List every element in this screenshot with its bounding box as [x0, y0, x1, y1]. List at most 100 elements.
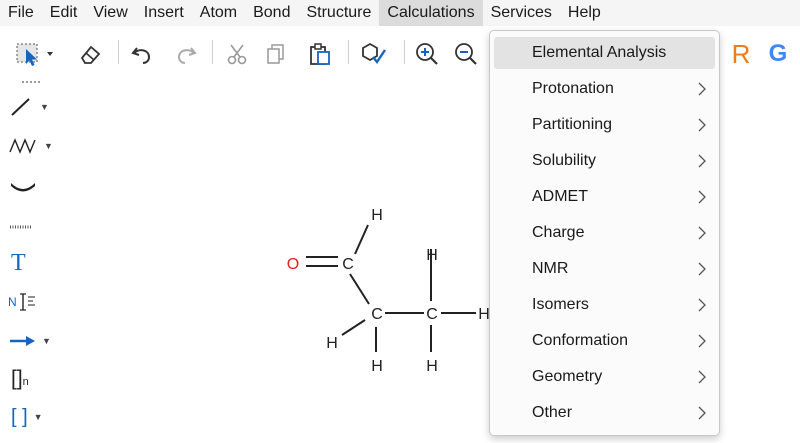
menu-item-partitioning[interactable]: Partitioning: [494, 109, 715, 141]
toolbar-grip: [22, 81, 40, 83]
oxygen-atom: O: [287, 256, 299, 273]
carbonyl-carbon-atom: C: [342, 256, 354, 273]
chevron-right-icon: [698, 406, 706, 420]
toolbar-separator: [348, 40, 349, 64]
eraser-icon: [80, 45, 101, 64]
bracket-icon: [ ]: [11, 405, 28, 428]
toolbar-separator: [118, 40, 119, 64]
sgroup-bracket-label: []: [11, 367, 23, 390]
chevron-down-icon: ▼: [33, 412, 43, 422]
menu-item-charge[interactable]: Charge: [494, 217, 715, 249]
text-tool-button[interactable]: T: [8, 248, 56, 278]
menu-item-solubility[interactable]: Solubility: [494, 145, 715, 177]
menu-item-label: Charge: [532, 224, 585, 241]
select-rectangle-icon: [16, 43, 53, 66]
chevron-down-icon: ▼: [44, 141, 53, 151]
alpha-carbon-atom: C: [371, 306, 383, 323]
menu-item-admet[interactable]: ADMET: [494, 181, 715, 213]
menu-item-isomers[interactable]: Isomers: [494, 289, 715, 321]
sgroup-tool-button[interactable]: []n: [8, 364, 56, 394]
chevron-right-icon: [698, 226, 706, 240]
menu-edit[interactable]: Edit: [42, 0, 86, 26]
toolbar-separator: [212, 40, 213, 64]
cut-button[interactable]: [222, 40, 252, 68]
menu-structure[interactable]: Structure: [298, 0, 379, 26]
alpha-left-hydrogen-atom: H: [326, 335, 338, 352]
menu-file[interactable]: File: [0, 0, 42, 26]
google-search-button[interactable]: G: [764, 40, 792, 68]
menu-atom[interactable]: Atom: [192, 0, 245, 26]
ring-icon: [11, 183, 35, 192]
undo-button[interactable]: [128, 40, 156, 68]
menu-insert[interactable]: Insert: [136, 0, 192, 26]
menu-bond[interactable]: Bond: [245, 0, 298, 26]
select-tool-button[interactable]: [14, 40, 58, 68]
cut-icon: [227, 44, 247, 65]
chevron-right-icon: [698, 118, 706, 132]
ring-tool-button[interactable]: [8, 171, 56, 201]
menu-help[interactable]: Help: [560, 0, 609, 26]
text-icon: T: [11, 249, 26, 276]
menu-item-label: Isomers: [532, 296, 589, 313]
menu-services[interactable]: Services: [483, 0, 560, 26]
chevron-down-icon: ▼: [42, 336, 51, 346]
chevron-right-icon: [698, 370, 706, 384]
chevron-right-icon: [698, 334, 706, 348]
r-service-button[interactable]: R: [728, 38, 754, 69]
dotted-line-tool-button[interactable]: [8, 212, 56, 242]
reaction-arrow-icon: [10, 336, 35, 346]
name-tool-letter: N: [8, 295, 17, 309]
alpha-bottom-hydrogen-atom: H: [371, 358, 383, 375]
toolbar-separator: [404, 40, 405, 64]
name-to-structure-button[interactable]: N: [8, 287, 56, 317]
zoom-in-button[interactable]: [413, 40, 441, 68]
beta-top-hydrogen-atom: H: [426, 247, 438, 264]
paste-button[interactable]: [306, 40, 334, 68]
copy-button[interactable]: [262, 40, 290, 68]
clean-structure-icon: [362, 42, 386, 65]
menu-item-label: Conformation: [532, 332, 629, 349]
google-search-icon: G: [768, 40, 788, 67]
r-service-icon: R: [731, 38, 751, 69]
menu-item-protonation[interactable]: Protonation: [494, 73, 715, 105]
menu-item-elemental-analysis[interactable]: Elemental Analysis: [494, 37, 715, 69]
menu-item-geometry[interactable]: Geometry: [494, 361, 715, 393]
dotted-line-icon: [10, 225, 32, 229]
menu-item-label: Elemental Analysis: [532, 44, 667, 61]
menu-item-label: Protonation: [532, 80, 614, 97]
redo-icon: [177, 47, 197, 64]
chevron-right-icon: [698, 298, 706, 312]
menu-view[interactable]: View: [85, 0, 135, 26]
eraser-button[interactable]: [76, 40, 104, 68]
sgroup-subscript: n: [22, 376, 29, 388]
zoom-out-icon: [455, 43, 477, 65]
copy-icon: [267, 44, 284, 64]
menu-calculations[interactable]: Calculations: [379, 0, 483, 26]
clean-structure-button[interactable]: [358, 40, 390, 68]
menu-item-label: Solubility: [532, 152, 597, 169]
chevron-right-icon: [698, 82, 706, 96]
beta-bottom-hydrogen-atom: H: [426, 358, 438, 375]
menu-item-label: ADMET: [532, 188, 588, 205]
bond-tool-button[interactable]: ▼: [8, 92, 56, 122]
chain-tool-button[interactable]: ▼: [8, 131, 56, 161]
zoom-in-icon: [416, 43, 438, 65]
menu-item-other[interactable]: Other: [494, 397, 715, 429]
menu-item-label: Geometry: [532, 368, 603, 385]
menu-item-nmr[interactable]: NMR: [494, 253, 715, 285]
bracket-tool-button[interactable]: [ ] ▼: [8, 402, 56, 432]
calculations-dropdown-menu: Elemental Analysis Protonation Partition…: [489, 30, 720, 436]
beta-carbon-atom: C: [426, 306, 438, 323]
zoom-out-button[interactable]: [452, 40, 480, 68]
chevron-down-icon: ▼: [40, 102, 49, 112]
menu-item-label: NMR: [532, 260, 569, 277]
chevron-right-icon: [698, 190, 706, 204]
menu-item-label: Partitioning: [532, 116, 613, 133]
chain-icon: [9, 138, 36, 154]
reaction-arrow-button[interactable]: ▼: [8, 326, 56, 356]
sgroup-bracket-icon: []n: [8, 367, 29, 391]
menu-item-conformation[interactable]: Conformation: [494, 325, 715, 357]
redo-button[interactable]: [172, 40, 200, 68]
undo-icon: [131, 47, 151, 64]
paste-icon: [310, 43, 330, 65]
